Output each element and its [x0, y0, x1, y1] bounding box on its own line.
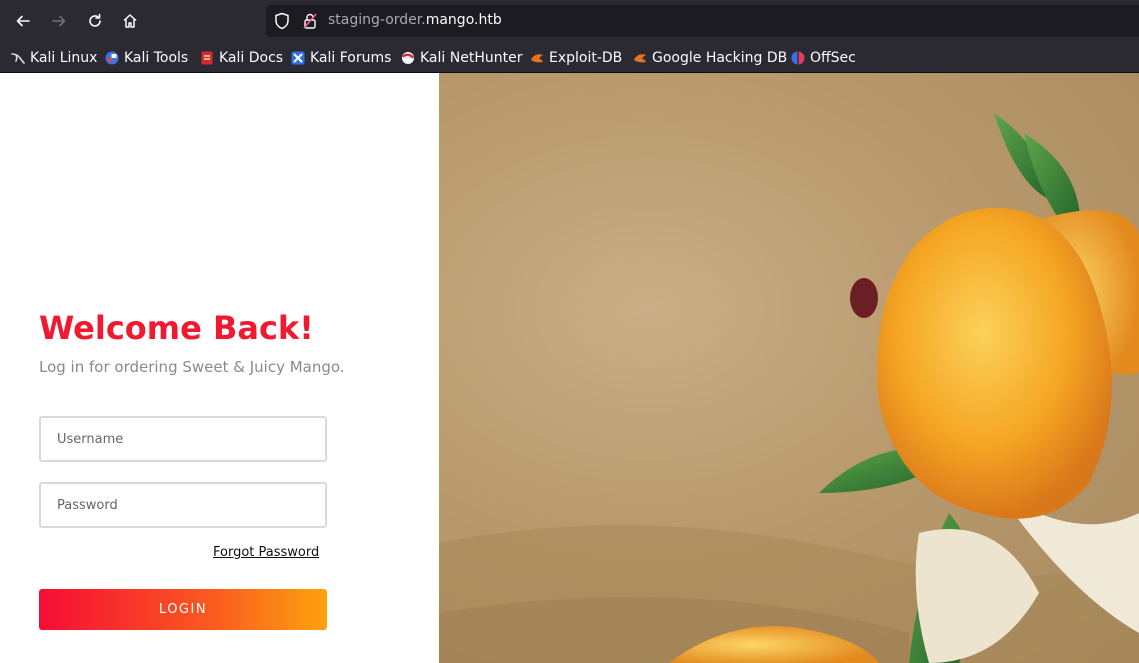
forward-button[interactable] — [44, 6, 74, 36]
bookmark-label: Google Hacking DB — [652, 50, 788, 66]
mango-illustration — [439, 113, 1139, 663]
bookmarks-bar: Kali Linux Kali Tools Kali Docs Kali For… — [0, 43, 1139, 73]
url-subdomain: staging-order. — [328, 12, 426, 28]
bookmark-label: Kali Forums — [310, 50, 392, 66]
home-button[interactable] — [115, 6, 145, 36]
url-text[interactable]: staging-order.mango.htb — [328, 12, 502, 28]
bookmark-label: Kali Linux — [30, 50, 98, 66]
offsec-icon — [791, 51, 805, 65]
welcome-heading: Welcome Back! — [39, 309, 314, 347]
exploit-db-icon — [531, 54, 543, 63]
kali-docs-icon — [201, 51, 213, 65]
arrow-left-icon — [16, 15, 30, 27]
google-hacking-db-icon — [634, 54, 646, 63]
url-bar[interactable]: staging-order.mango.htb — [266, 5, 1139, 37]
login-panel: Welcome Back! Log in for ordering Sweet … — [0, 73, 439, 663]
insecure-lock-icon[interactable] — [302, 12, 318, 30]
password-input[interactable] — [39, 482, 327, 528]
arrow-right-icon — [52, 15, 66, 27]
bookmark-offsec[interactable]: OffSec — [791, 49, 856, 67]
forgot-password-link[interactable]: Forgot Password — [213, 545, 319, 560]
bookmark-kali-nethunter[interactable]: Kali NetHunter — [401, 49, 522, 67]
bookmark-exploit-db[interactable]: Exploit-DB — [530, 49, 622, 67]
welcome-subtitle: Log in for ordering Sweet & Juicy Mango. — [39, 358, 345, 376]
reload-button[interactable] — [80, 6, 110, 36]
kali-tools-icon — [105, 51, 119, 65]
page-content: Welcome Back! Log in for ordering Sweet … — [0, 73, 1139, 663]
mango-hero-image — [439, 73, 1139, 663]
browser-toolbar: staging-order.mango.htb — [0, 0, 1139, 43]
bookmark-label: OffSec — [810, 50, 856, 66]
bookmark-label: Kali NetHunter — [420, 50, 523, 66]
kali-forums-icon — [291, 51, 305, 65]
kali-nethunter-icon — [402, 52, 415, 64]
bookmark-kali-forums[interactable]: Kali Forums — [291, 49, 391, 67]
home-icon — [123, 14, 137, 28]
bookmark-kali-linux[interactable]: Kali Linux — [11, 49, 97, 67]
bookmark-label: Kali Tools — [124, 50, 189, 66]
bookmark-label: Kali Docs — [219, 50, 284, 66]
kali-dragon-icon — [11, 53, 25, 64]
tracking-shield-icon[interactable] — [274, 12, 290, 30]
bookmark-kali-tools[interactable]: Kali Tools — [105, 49, 188, 67]
bookmark-label: Exploit-DB — [549, 50, 623, 66]
bookmark-google-hacking-db[interactable]: Google Hacking DB — [633, 49, 787, 67]
reload-icon — [89, 13, 101, 27]
back-button[interactable] — [8, 6, 38, 36]
login-button[interactable]: LOGIN — [39, 589, 327, 630]
url-domain: mango.htb — [425, 12, 502, 28]
bookmark-kali-docs[interactable]: Kali Docs — [200, 49, 283, 67]
username-input[interactable] — [39, 416, 327, 462]
